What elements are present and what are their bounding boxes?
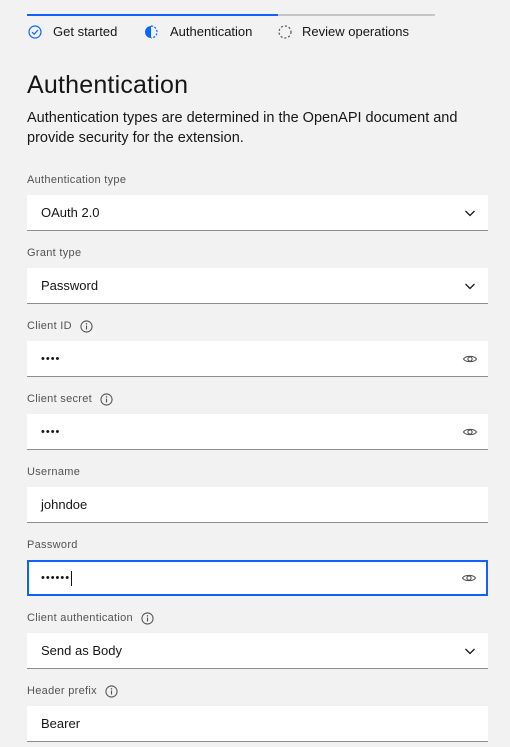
text-cursor xyxy=(71,570,73,586)
view-icon[interactable] xyxy=(462,424,478,440)
auth-page: Get started Authentication Review operat… xyxy=(0,0,510,747)
client-id-field: Client ID •••• xyxy=(27,318,488,377)
auth-type-select[interactable]: OAuth 2.0 xyxy=(27,195,488,231)
username-field: Username johndoe xyxy=(27,464,488,523)
password-label: Password xyxy=(27,539,78,551)
step-label: Authentication xyxy=(170,24,253,39)
auth-type-field: Authentication type OAuth 2.0 xyxy=(27,172,488,231)
field-label: Client ID xyxy=(27,318,488,334)
progress-bar-incomplete xyxy=(278,14,435,16)
progress-step-authentication[interactable]: Authentication xyxy=(144,0,278,48)
information-icon[interactable] xyxy=(141,611,154,625)
username-input[interactable]: johndoe xyxy=(27,487,488,523)
client-secret-value: •••• xyxy=(41,425,61,438)
grant-type-field: Grant type Password xyxy=(27,245,488,304)
client-auth-select[interactable]: Send as Body xyxy=(27,633,488,669)
password-field: Password •••••• xyxy=(27,537,488,596)
checkmark-outline-icon xyxy=(28,25,42,39)
password-input[interactable]: •••••• xyxy=(27,560,488,596)
circle-dash-icon xyxy=(278,25,292,39)
field-label: Client authentication xyxy=(27,610,488,626)
client-id-label: Client ID xyxy=(27,320,72,332)
step-label: Review operations xyxy=(302,24,409,39)
chevron-down-icon xyxy=(462,205,478,221)
chevron-down-icon xyxy=(462,643,478,659)
step-label: Get started xyxy=(53,24,118,39)
information-icon[interactable] xyxy=(100,392,113,406)
information-icon[interactable] xyxy=(105,684,118,698)
information-icon[interactable] xyxy=(80,319,93,333)
grant-type-label: Grant type xyxy=(27,247,82,259)
view-icon[interactable] xyxy=(461,570,477,586)
header-prefix-value: Bearer xyxy=(41,716,81,731)
auth-type-label: Authentication type xyxy=(27,174,127,186)
header-prefix-label: Header prefix xyxy=(27,685,97,697)
step-content: Authentication xyxy=(144,24,252,39)
step-content: Get started xyxy=(28,24,117,39)
client-id-value: •••• xyxy=(41,352,61,365)
progress-step-review-operations[interactable]: Review operations xyxy=(278,0,435,48)
progress-bar-current xyxy=(144,14,278,16)
auth-type-value: OAuth 2.0 xyxy=(41,205,100,220)
grant-type-select[interactable]: Password xyxy=(27,268,488,304)
client-id-input[interactable]: •••• xyxy=(27,341,488,377)
field-label: Header prefix xyxy=(27,683,488,699)
progress-bar-complete xyxy=(27,14,144,16)
field-label: Authentication type xyxy=(27,172,488,188)
field-label: Password xyxy=(27,537,488,553)
incomplete-half-icon xyxy=(144,25,158,39)
client-auth-value: Send as Body xyxy=(41,643,122,658)
username-value: johndoe xyxy=(41,497,88,512)
header-prefix-input[interactable]: Bearer xyxy=(27,706,488,742)
username-label: Username xyxy=(27,466,81,478)
progress-step-get-started[interactable]: Get started xyxy=(27,0,144,48)
page-description: Authentication types are determined in t… xyxy=(27,110,458,146)
field-label: Grant type xyxy=(27,245,488,261)
field-label: Username xyxy=(27,464,488,480)
client-secret-label: Client secret xyxy=(27,393,93,405)
client-auth-label: Client authentication xyxy=(27,612,133,624)
step-content: Review operations xyxy=(278,24,409,39)
view-icon[interactable] xyxy=(462,351,478,367)
client-secret-input[interactable]: •••• xyxy=(27,414,488,450)
client-auth-field: Client authentication Send as Body xyxy=(27,610,488,669)
password-value: •••••• xyxy=(41,572,71,584)
client-secret-field: Client secret •••• xyxy=(27,391,488,450)
chevron-down-icon xyxy=(462,278,478,294)
progress-indicator: Get started Authentication Review operat… xyxy=(27,0,435,48)
grant-type-value: Password xyxy=(41,278,99,293)
header-prefix-field: Header prefix Bearer xyxy=(27,683,488,742)
field-label: Client secret xyxy=(27,391,488,407)
page-title: Authentication xyxy=(27,71,189,99)
